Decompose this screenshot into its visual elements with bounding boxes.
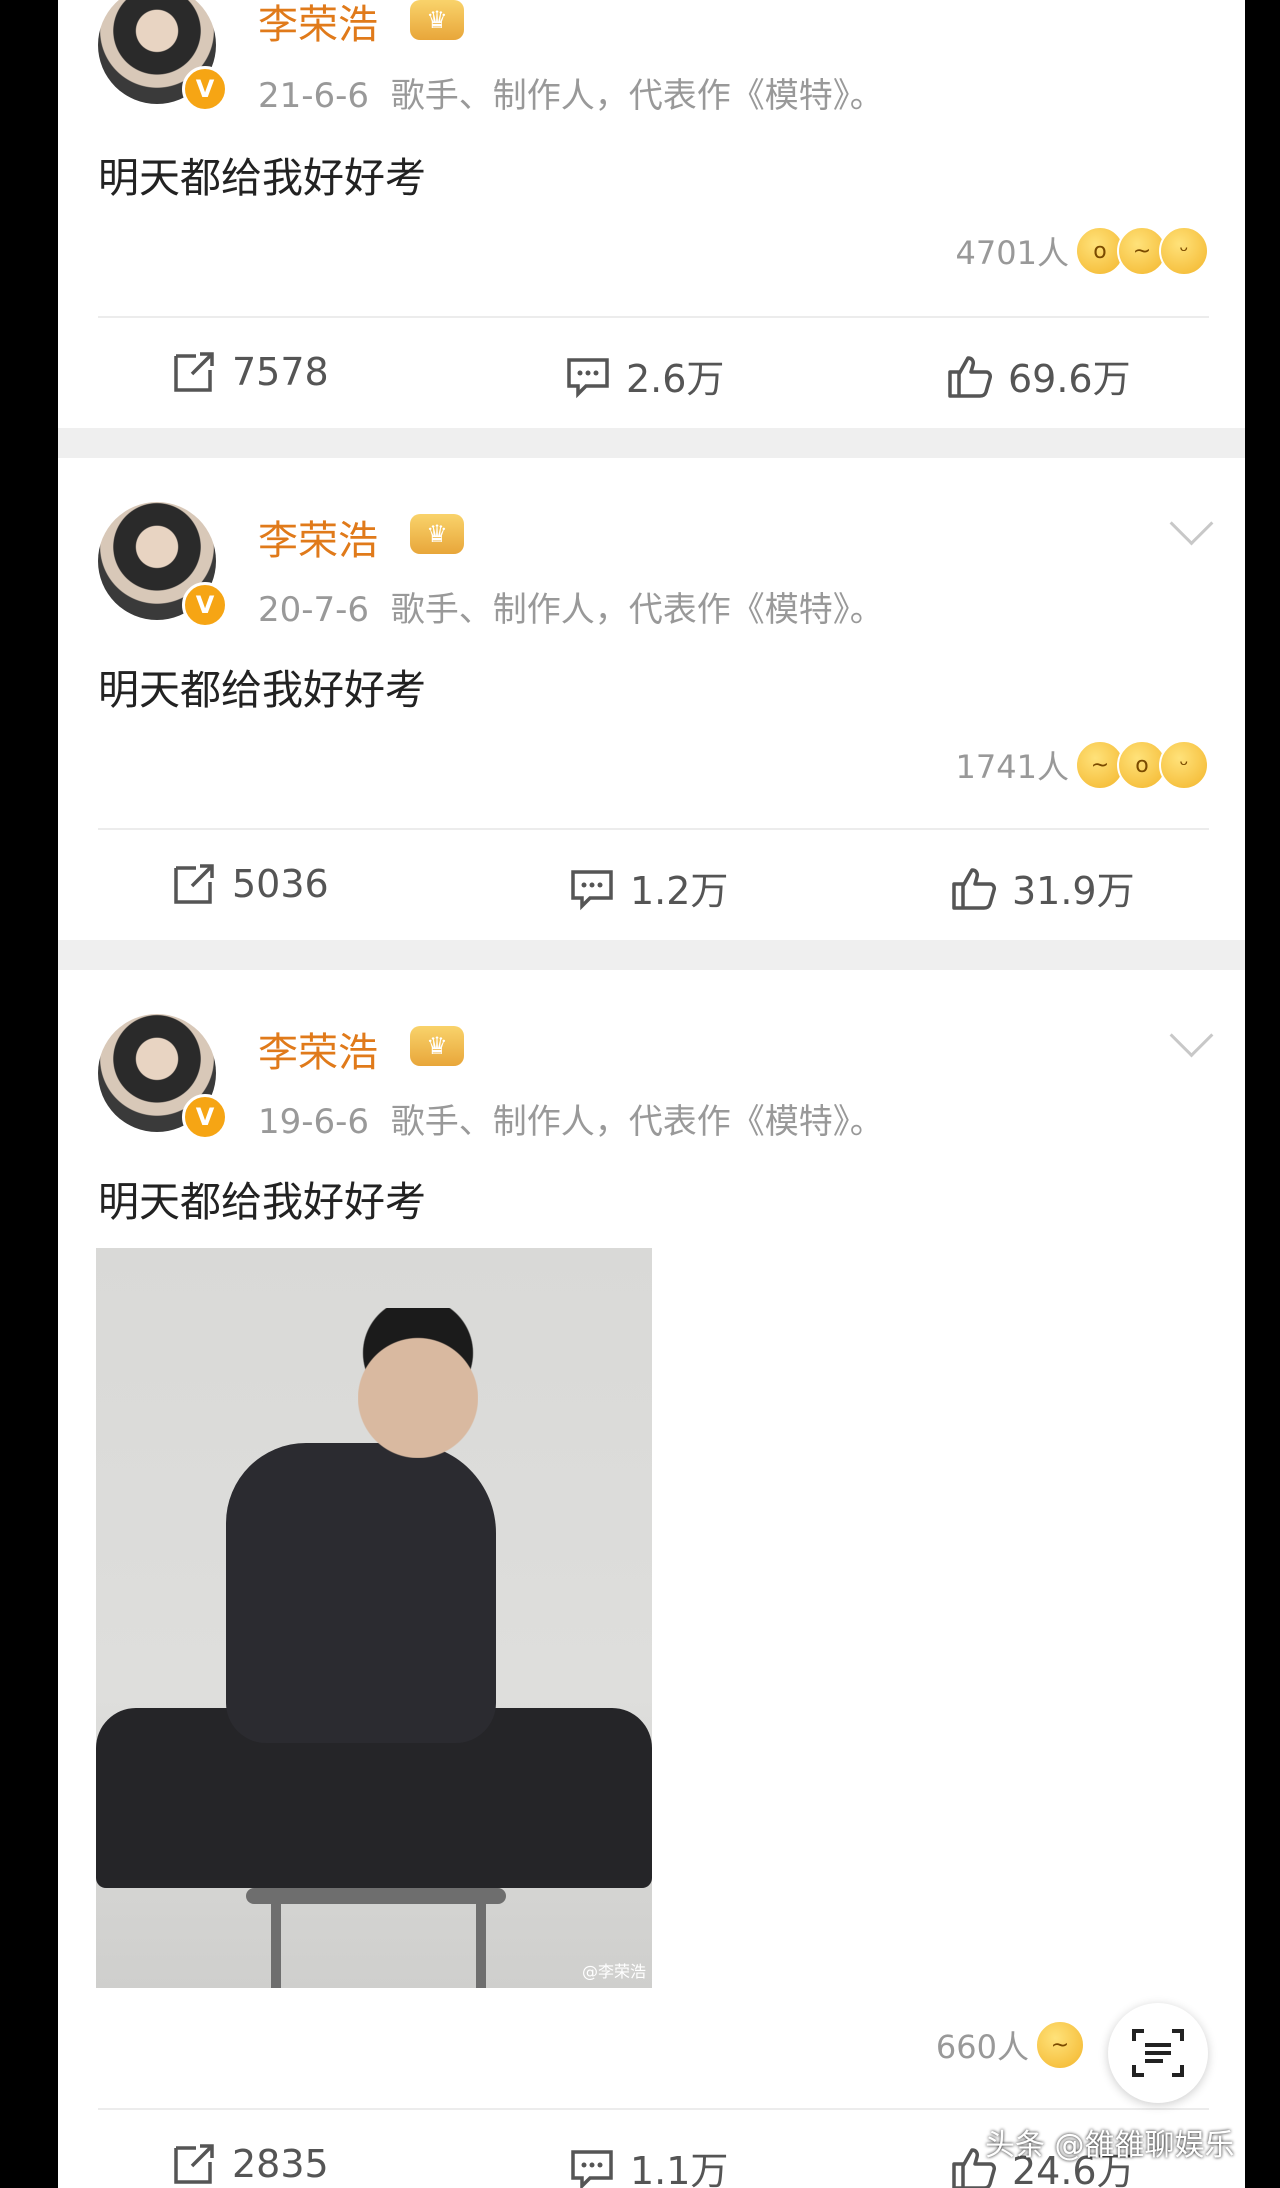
comment-icon (571, 869, 613, 910)
overlay-watermark: 头条 @雒雒聊娱乐 (985, 2128, 1235, 2163)
comment-count: 1.2万 (630, 869, 729, 913)
author-name[interactable]: 李荣浩 (258, 1020, 378, 1078)
post-date: 21-6-6 (258, 76, 370, 116)
like-icon (948, 355, 992, 398)
chevron-down-icon[interactable] (1169, 501, 1214, 546)
post-meta: 21-6-6 歌手、制作人，代表作《模特》。 (258, 68, 884, 117)
author-bio: 歌手、制作人，代表作《模特》。 (390, 76, 884, 116)
post-meta: 19-6-6 歌手、制作人，代表作《模特》。 (258, 1094, 884, 1143)
comment-button[interactable]: 1.1万 (568, 2140, 728, 2188)
repost-count: 5036 (232, 862, 329, 906)
author-name[interactable]: 李荣浩 (258, 508, 378, 566)
post-card[interactable]: V 李荣浩 ♛ 20-7-6 歌手、制作人，代表作《模特》。 明天都给我好好考 … (58, 458, 1245, 940)
repost-button[interactable]: 2835 (170, 2140, 329, 2188)
reaction-count: 4701人 (955, 234, 1069, 272)
post-date: 20-7-6 (258, 590, 370, 630)
like-icon (952, 867, 996, 910)
post-text[interactable]: 明天都给我好好考 (98, 1168, 426, 1228)
crown-icon[interactable]: ♛ (410, 0, 464, 40)
crown-icon[interactable]: ♛ (410, 1026, 464, 1066)
reaction-count: 660人 (935, 2028, 1029, 2066)
repost-button[interactable]: 7578 (170, 348, 329, 396)
verified-badge: V (182, 66, 228, 112)
repost-count: 7578 (232, 350, 329, 394)
post-card[interactable]: V 李荣浩 ♛ 21-6-6 歌手、制作人，代表作《模特》。 明天都给我好好考 … (58, 0, 1245, 428)
post-text[interactable]: 明天都给我好好考 (98, 144, 426, 204)
post-photo[interactable]: @李荣浩 (96, 1248, 652, 1988)
author-name[interactable]: 李荣浩 (258, 0, 378, 50)
repost-icon (174, 352, 214, 392)
comment-count: 2.6万 (626, 357, 725, 401)
photo-figure-body (226, 1443, 496, 1743)
repost-icon (174, 864, 214, 904)
repost-count: 2835 (232, 2142, 329, 2186)
photo-chair-seat (246, 1888, 506, 1904)
divider (98, 316, 1209, 318)
reactions-summary[interactable]: 1741人 ~ o ᵕ (956, 740, 1209, 790)
crown-icon[interactable]: ♛ (410, 514, 464, 554)
chevron-down-icon[interactable] (1169, 1013, 1214, 1058)
kiss-emoji-icon: ~ (1035, 2020, 1085, 2070)
post-meta: 20-7-6 歌手、制作人，代表作《模特》。 (258, 582, 884, 631)
photo-figure-head (358, 1308, 478, 1458)
reactions-summary[interactable]: 4701人 o ~ ᵕ (956, 226, 1209, 276)
post-date: 19-6-6 (258, 1102, 370, 1142)
repost-button[interactable]: 5036 (170, 860, 329, 908)
like-button[interactable]: 31.9万 (950, 860, 1135, 915)
like-count: 31.9万 (1012, 869, 1135, 913)
verified-badge: V (182, 1094, 228, 1140)
photo-chair-leg (476, 1903, 486, 1988)
action-bar: 5036 1.2万 31.9万 (58, 848, 1245, 928)
comment-button[interactable]: 1.2万 (568, 860, 728, 915)
action-bar: 7578 2.6万 69.6万 (58, 336, 1245, 416)
reactions-summary[interactable]: 660人 ~ (936, 2020, 1085, 2070)
scan-button[interactable] (1108, 2003, 1208, 2103)
reaction-count: 1741人 (955, 748, 1069, 786)
laugh-emoji-icon: ᵕ (1159, 226, 1209, 276)
repost-icon (174, 2144, 214, 2184)
comment-count: 1.1万 (630, 2149, 729, 2188)
laugh-emoji-icon: ᵕ (1159, 740, 1209, 790)
scan-icon (1132, 2029, 1184, 2077)
author-bio: 歌手、制作人，代表作《模特》。 (390, 1102, 884, 1142)
comment-icon (567, 357, 609, 398)
verified-badge: V (182, 582, 228, 628)
post-text[interactable]: 明天都给我好好考 (98, 656, 426, 716)
author-bio: 歌手、制作人，代表作《模特》。 (390, 590, 884, 630)
divider (98, 2108, 1209, 2110)
photo-chair-leg (271, 1903, 281, 1988)
comment-button[interactable]: 2.6万 (564, 348, 724, 403)
like-button[interactable]: 69.6万 (946, 348, 1131, 403)
like-count: 69.6万 (1008, 357, 1131, 401)
weibo-feed: V 李荣浩 ♛ 21-6-6 歌手、制作人，代表作《模特》。 明天都给我好好考 … (58, 0, 1245, 2188)
comment-icon (571, 2149, 613, 2188)
photo-watermark: @李荣浩 (581, 1962, 646, 1981)
divider (98, 828, 1209, 830)
